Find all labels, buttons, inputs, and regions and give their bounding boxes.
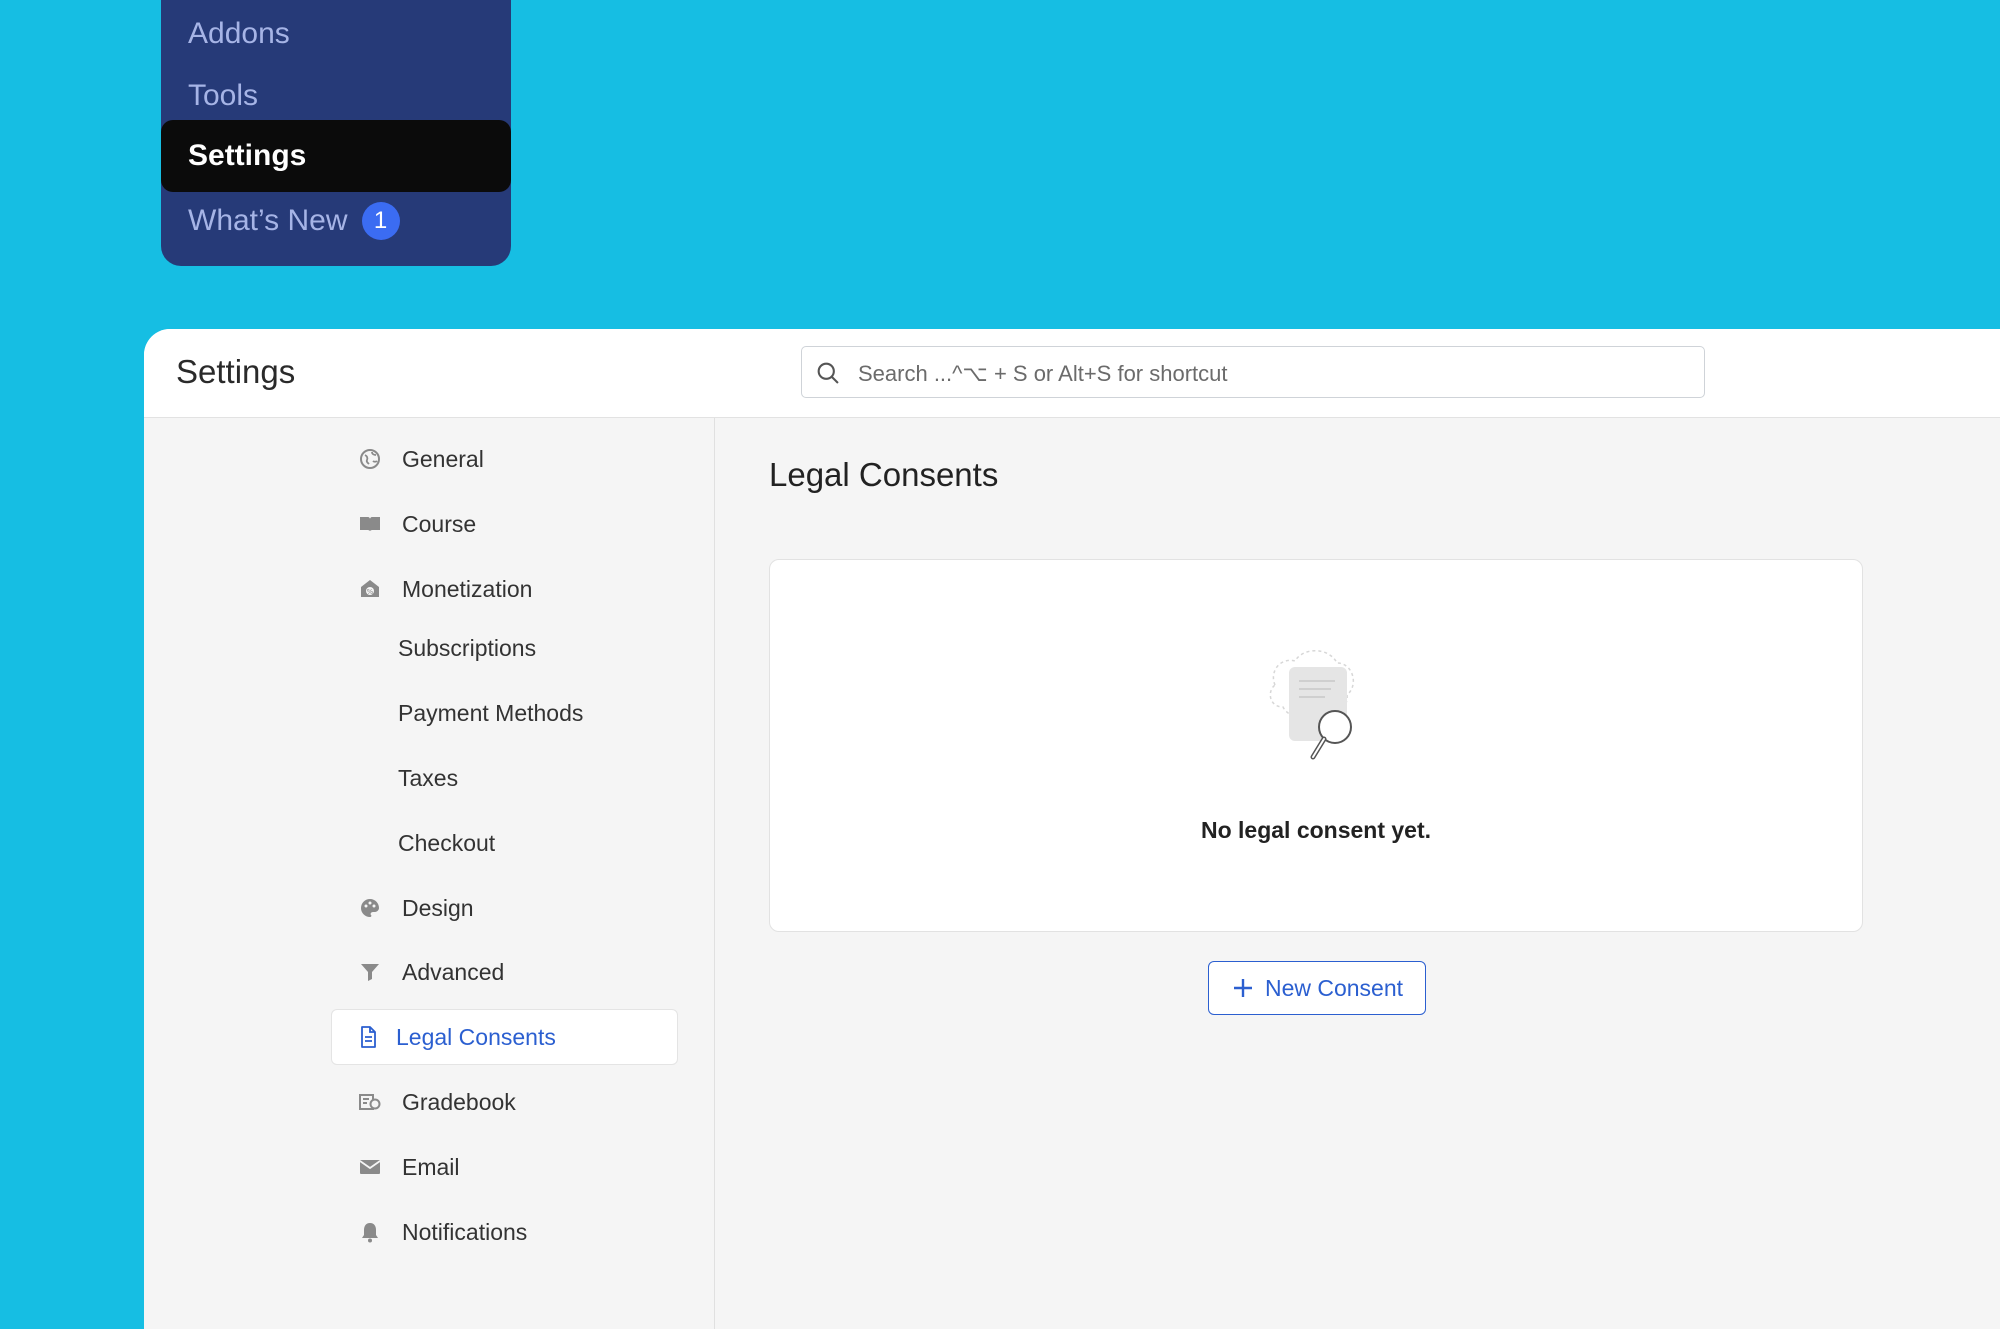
nav-item-label: Legal Consents <box>396 1023 556 1050</box>
nav-item-general[interactable]: General <box>358 436 484 482</box>
nav-item-gradebook[interactable]: Gradebook <box>358 1079 516 1125</box>
globe-icon <box>358 447 382 471</box>
nav-item-label: General <box>402 445 484 472</box>
nav-item-advanced[interactable]: Advanced <box>358 949 504 995</box>
menu-item-addons[interactable]: Addons <box>161 3 511 65</box>
nav-item-monetization[interactable]: % Monetization <box>358 566 532 612</box>
menu-item-label: Tools <box>188 79 259 112</box>
nav-item-label: Notifications <box>402 1218 528 1245</box>
menu-item-label: What’s New <box>188 204 348 237</box>
nav-item-label: Subscriptions <box>398 634 537 661</box>
plus-icon <box>1231 976 1255 1000</box>
filter-icon <box>358 960 382 984</box>
nav-item-legal-consents[interactable]: Legal Consents <box>331 1009 678 1065</box>
menu-item-tools[interactable]: Tools <box>161 65 511 127</box>
envelope-icon <box>358 1155 382 1179</box>
menu-item-label: Settings <box>188 139 307 172</box>
empty-state-message: No legal consent yet. <box>1200 817 1432 843</box>
nav-item-label: Payment Methods <box>398 699 584 726</box>
section-title: Legal Consents <box>769 456 999 493</box>
nav-item-label: Course <box>402 510 477 537</box>
nav-item-label: Email <box>402 1153 460 1180</box>
nav-item-course[interactable]: Course <box>358 501 476 547</box>
empty-search-illustration <box>1269 650 1355 760</box>
monetization-icon: % <box>358 577 382 601</box>
search-placeholder: Search ...^⌥ + S or Alt+S for shortcut <box>858 361 1228 386</box>
page-title: Settings <box>176 353 296 390</box>
nav-item-checkout[interactable]: Checkout <box>398 820 495 866</box>
nav-item-payment-methods[interactable]: Payment Methods <box>398 690 583 736</box>
update-count-badge: 1 <box>361 202 400 240</box>
nav-item-design[interactable]: Design <box>358 885 474 931</box>
settings-panel: Settings Search ...^⌥ + S or Alt+S for s… <box>144 329 2000 1329</box>
nav-item-label: Checkout <box>398 829 496 856</box>
nav-item-label: Monetization <box>402 575 533 602</box>
search-icon <box>817 362 839 384</box>
nav-item-taxes[interactable]: Taxes <box>398 755 458 801</box>
document-icon <box>356 1025 380 1049</box>
nav-item-subscriptions[interactable]: Subscriptions <box>398 625 536 671</box>
gradebook-icon <box>358 1090 382 1114</box>
nav-item-email[interactable]: Email <box>358 1144 460 1190</box>
settings-header: Settings Search ...^⌥ + S or Alt+S for s… <box>144 329 2000 418</box>
nav-item-label: Gradebook <box>402 1088 516 1115</box>
menu-item-whats-new[interactable]: What’s New 1 <box>161 190 511 252</box>
nav-item-notifications[interactable]: Notifications <box>358 1209 527 1255</box>
search-input[interactable]: Search ...^⌥ + S or Alt+S for shortcut <box>801 346 1705 398</box>
nav-item-label: Advanced <box>402 958 505 985</box>
admin-submenu: Addons Tools Settings What’s New 1 <box>161 0 511 266</box>
book-icon <box>358 512 382 536</box>
settings-sidebar: General Course % Monetization Subscripti… <box>144 418 715 1329</box>
new-consent-label: New Consent <box>1264 974 1404 1001</box>
bell-icon <box>358 1220 382 1244</box>
empty-state-card: No legal consent yet. <box>769 559 1863 932</box>
palette-icon <box>358 896 382 920</box>
nav-item-label: Taxes <box>398 764 459 791</box>
new-consent-button[interactable]: New Consent <box>1208 961 1426 1015</box>
menu-item-label: Addons <box>188 17 290 50</box>
nav-item-label: Design <box>402 894 474 921</box>
menu-item-settings[interactable]: Settings <box>161 120 511 192</box>
svg-text:%: % <box>367 588 374 596</box>
